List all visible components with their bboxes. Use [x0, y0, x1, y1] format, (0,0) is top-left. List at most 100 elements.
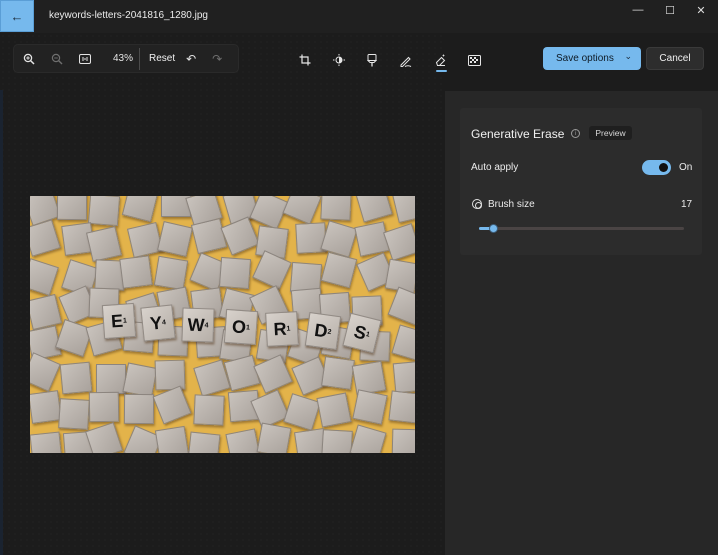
wood-tile — [157, 221, 193, 257]
wood-tile — [193, 393, 226, 426]
auto-apply-toggle[interactable] — [642, 160, 671, 175]
letter-glyph: E — [110, 310, 124, 332]
wood-tile — [223, 354, 261, 392]
zoom-in-icon — [23, 53, 35, 65]
wood-tile — [252, 250, 293, 290]
info-icon[interactable]: i — [571, 129, 580, 138]
letter-tile: W4 — [181, 307, 215, 343]
back-button[interactable]: ← — [0, 0, 34, 32]
preview-badge: Preview — [589, 126, 632, 140]
wood-tile — [121, 196, 159, 223]
letter-score: 1 — [245, 323, 251, 332]
wood-tile — [85, 226, 122, 263]
letter-glyph: Y — [148, 312, 164, 334]
active-tool-indicator — [436, 70, 447, 72]
letter-glyph: O — [231, 315, 247, 337]
wood-tile — [320, 251, 357, 289]
minimize-icon: — — [632, 4, 644, 16]
wood-tile — [283, 393, 322, 432]
chevron-down-icon[interactable]: ⌄ — [624, 51, 632, 62]
brush-size-slider[interactable] — [479, 227, 684, 230]
letter-score: 4 — [161, 318, 167, 327]
wood-tile — [123, 393, 154, 425]
letter-tile: Y4 — [140, 304, 176, 342]
canvas-edge — [0, 90, 3, 555]
filter-tool-button[interactable] — [362, 50, 382, 70]
erase-tool-button[interactable] — [430, 50, 450, 70]
wood-tile — [253, 354, 294, 394]
wood-tile — [84, 422, 123, 453]
adjust-tool-button[interactable] — [329, 50, 349, 70]
minimize-button[interactable]: — — [627, 3, 649, 17]
wood-tile — [256, 422, 292, 453]
wood-tile — [95, 363, 126, 394]
brush-slider-thumb[interactable] — [489, 224, 498, 233]
save-options-button[interactable]: Save options ⌄ — [543, 47, 641, 70]
letter-score: 2 — [327, 328, 332, 336]
auto-apply-state: On — [679, 162, 693, 173]
wood-tile — [321, 428, 354, 453]
crop-tool-button[interactable] — [295, 50, 315, 70]
wood-tile — [218, 256, 252, 289]
panel-title: Generative Erase — [471, 127, 565, 141]
actual-size-icon — [79, 53, 91, 64]
zoom-in-button[interactable] — [19, 49, 39, 69]
brush-size-label: Brush size — [488, 199, 535, 210]
wood-tile — [153, 255, 189, 291]
maximize-button[interactable]: ☐ — [659, 3, 681, 17]
letter-glyph: R — [273, 318, 288, 339]
wood-tile — [152, 385, 192, 425]
wood-tile — [320, 355, 355, 390]
redo-icon: ↷ — [212, 51, 223, 66]
zoom-out-icon — [51, 53, 63, 64]
wood-tile — [383, 223, 415, 262]
wood-tile — [219, 216, 260, 256]
letter-score: 1 — [286, 325, 291, 333]
wood-tile — [187, 431, 221, 453]
undo-button[interactable]: ↶ — [181, 49, 201, 69]
wood-tile — [88, 391, 120, 422]
erase-icon — [435, 54, 445, 66]
letter-glyph: W — [187, 314, 205, 335]
zoom-toolbar: 43% Reset ↶ ↷ — [13, 44, 239, 73]
wood-tile — [30, 219, 62, 258]
save-options-label: Save options — [556, 53, 614, 64]
reset-button[interactable]: Reset — [143, 53, 181, 64]
wood-tile — [87, 196, 120, 226]
close-window-button[interactable]: ✕ — [690, 3, 712, 17]
edited-photo[interactable]: E1Y4W4O1R1D2S1 — [30, 196, 415, 453]
markup-tool-button[interactable] — [395, 50, 415, 70]
crop-icon — [299, 54, 311, 66]
redo-button[interactable]: ↷ — [207, 49, 227, 69]
close-icon: ✕ — [696, 4, 706, 17]
wood-tile — [352, 389, 389, 426]
background-tool-button[interactable] — [464, 50, 484, 70]
markup-icon — [400, 56, 411, 67]
wood-tile — [391, 196, 415, 224]
wood-tile — [59, 361, 92, 394]
wood-tile — [30, 351, 62, 392]
wood-tile — [392, 428, 415, 453]
letter-score: 1 — [122, 316, 128, 325]
brush-size-value: 17 — [681, 199, 693, 210]
undo-icon: ↶ — [186, 51, 197, 66]
wood-tile — [392, 360, 415, 394]
zoom-level[interactable]: 43% — [113, 53, 133, 64]
wood-tile — [126, 221, 163, 258]
letter-tile: O1 — [223, 308, 259, 346]
wood-tile — [154, 425, 189, 453]
letter-tile: R1 — [265, 311, 299, 347]
actual-size-button[interactable] — [75, 49, 95, 69]
background-icon — [467, 54, 481, 66]
wood-tile — [122, 362, 159, 398]
zoom-out-button[interactable] — [47, 49, 67, 69]
adjustment-icon — [333, 54, 345, 66]
wood-tile — [316, 392, 352, 428]
filter-icon — [367, 53, 377, 66]
wood-tile — [320, 196, 352, 221]
cancel-button[interactable]: Cancel — [646, 47, 704, 70]
wood-tile — [30, 389, 63, 424]
wood-tile — [355, 196, 393, 223]
wood-tile — [30, 293, 62, 330]
wood-tile — [190, 218, 227, 255]
